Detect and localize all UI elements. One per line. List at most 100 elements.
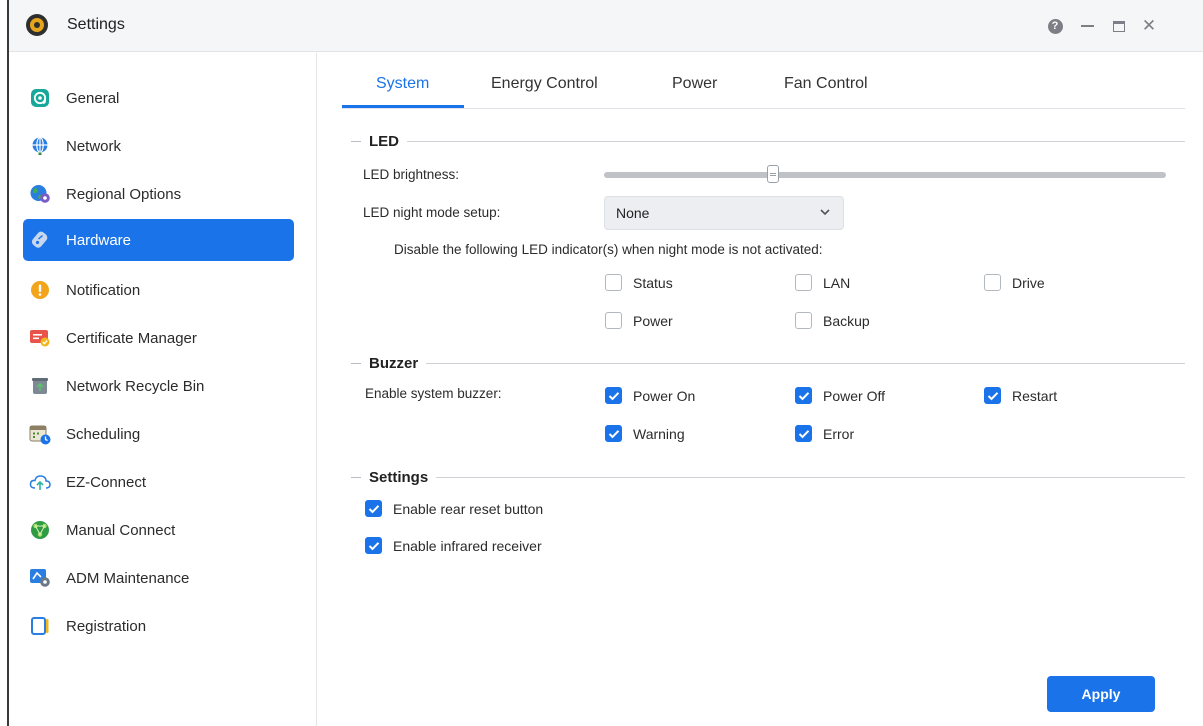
led-disable-description: Disable the following LED indicator(s) w…: [394, 242, 823, 257]
sidebar-item-manual-connect[interactable]: Manual Connect: [23, 509, 294, 551]
checkbox-enable-infrared[interactable]: Enable infrared receiver: [365, 537, 542, 554]
checkbox-label: Power Off: [823, 387, 885, 404]
calendar-clock-icon: [29, 423, 51, 445]
led-night-mode-dropdown[interactable]: None: [604, 196, 844, 230]
checkbox-label: Backup: [823, 312, 870, 329]
sidebar-item-network[interactable]: Network: [23, 125, 294, 167]
sidebar-item-label: Network Recycle Bin: [66, 377, 205, 395]
checkbox-enable-rear-reset[interactable]: Enable rear reset button: [365, 500, 543, 517]
help-icon[interactable]: ?: [1046, 17, 1064, 35]
settings-app-icon: [26, 14, 48, 36]
sidebar-item-network-recycle-bin[interactable]: Network Recycle Bin: [23, 365, 294, 407]
sidebar-item-regional-options[interactable]: Regional Options: [23, 173, 294, 215]
maximize-icon[interactable]: [1109, 17, 1129, 35]
active-tab-indicator: [342, 105, 464, 108]
checkbox-buzzer-restart[interactable]: Restart: [984, 387, 1057, 404]
checkbox-box[interactable]: [795, 312, 812, 329]
checkbox-led-backup[interactable]: Backup: [795, 312, 870, 329]
checkbox-box[interactable]: [984, 274, 1001, 291]
window-title: Settings: [67, 16, 125, 33]
maintenance-icon: [29, 567, 51, 589]
checkbox-box[interactable]: [795, 274, 812, 291]
section-header-buzzer: Buzzer: [351, 353, 1185, 373]
minimize-icon[interactable]: [1077, 17, 1097, 35]
checkbox-led-drive[interactable]: Drive: [984, 274, 1045, 291]
sidebar-item-hardware[interactable]: Hardware: [23, 219, 294, 261]
checkbox-box[interactable]: [984, 387, 1001, 404]
tab-system[interactable]: System: [376, 75, 429, 93]
sidebar-item-label: Certificate Manager: [66, 329, 197, 347]
content-panel: System Energy Control Power Fan Control …: [318, 53, 1203, 726]
led-night-mode-label: LED night mode setup:: [363, 205, 501, 220]
checkbox-led-power[interactable]: Power: [605, 312, 673, 329]
sidebar-item-label: Scheduling: [66, 425, 141, 443]
section-title: LED: [369, 132, 399, 150]
tab-energy-control[interactable]: Energy Control: [491, 75, 598, 93]
led-brightness-slider[interactable]: [604, 165, 1166, 183]
globe-icon: [29, 135, 51, 157]
regional-globe-icon: [29, 183, 51, 205]
general-icon: [29, 87, 51, 109]
led-brightness-label: LED brightness:: [363, 167, 460, 182]
section-header-settings: Settings: [351, 467, 1185, 487]
checkbox-label: Drive: [1012, 274, 1045, 291]
checkbox-box[interactable]: [365, 537, 382, 554]
tab-power[interactable]: Power: [672, 75, 717, 93]
buzzer-enable-label: Enable system buzzer:: [365, 386, 502, 401]
checkbox-buzzer-power-off[interactable]: Power Off: [795, 387, 885, 404]
sidebar-item-certificate-manager[interactable]: Certificate Manager: [23, 317, 294, 359]
checkbox-label: Power On: [633, 387, 696, 404]
section-header-led: LED: [351, 131, 1185, 151]
checkbox-buzzer-power-on[interactable]: Power On: [605, 387, 695, 404]
cloud-upload-icon: [29, 471, 51, 493]
checkbox-box[interactable]: [605, 274, 622, 291]
checkbox-label: Status: [633, 274, 673, 291]
sidebar-item-general[interactable]: General: [23, 77, 294, 119]
sidebar-item-label: Manual Connect: [66, 521, 176, 539]
tab-bar: System Energy Control Power Fan Control: [342, 53, 1185, 109]
sidebar-item-label: Network: [66, 137, 122, 155]
hardware-icon: [29, 229, 51, 251]
checkbox-led-status[interactable]: Status: [605, 274, 673, 291]
sidebar-item-scheduling[interactable]: Scheduling: [23, 413, 294, 455]
recycle-bin-icon: [29, 375, 51, 397]
sidebar-item-registration[interactable]: Registration: [23, 605, 294, 647]
checkbox-buzzer-error[interactable]: Error: [795, 425, 854, 442]
checkbox-label: Warning: [633, 425, 685, 442]
manual-connect-icon: [29, 519, 51, 541]
checkbox-label: Power: [633, 312, 673, 329]
dropdown-value: None: [616, 205, 650, 221]
checkbox-label: Restart: [1012, 387, 1058, 404]
checkbox-box[interactable]: [795, 425, 812, 442]
title-bar: Settings ? ✕: [9, 0, 1203, 52]
checkbox-label: LAN: [823, 274, 851, 291]
sidebar-item-ez-connect[interactable]: EZ-Connect: [23, 461, 294, 503]
registration-icon: [29, 615, 51, 637]
close-icon[interactable]: ✕: [1139, 16, 1159, 35]
sidebar-item-label: Regional Options: [66, 185, 182, 203]
sidebar-item-label: Registration: [66, 617, 147, 635]
checkbox-box[interactable]: [795, 387, 812, 404]
sidebar-item-notification[interactable]: Notification: [23, 269, 294, 311]
notification-icon: [29, 279, 51, 301]
checkbox-box[interactable]: [605, 425, 622, 442]
sidebar: General Network Regional Options Hardwar…: [9, 53, 317, 726]
checkbox-label: Error: [823, 425, 855, 442]
chevron-down-icon: [820, 209, 830, 216]
section-title: Settings: [369, 468, 429, 486]
checkbox-box[interactable]: [365, 500, 382, 517]
sidebar-item-label: ADM Maintenance: [66, 569, 190, 587]
checkbox-led-lan[interactable]: LAN: [795, 274, 850, 291]
apply-button[interactable]: Apply: [1047, 676, 1155, 712]
tab-fan-control[interactable]: Fan Control: [784, 75, 868, 93]
sidebar-item-adm-maintenance[interactable]: ADM Maintenance: [23, 557, 294, 599]
checkbox-label: Enable rear reset button: [393, 500, 544, 517]
sidebar-item-label: EZ-Connect: [66, 473, 147, 491]
checkbox-box[interactable]: [605, 312, 622, 329]
checkbox-label: Enable infrared receiver: [393, 537, 542, 554]
slider-thumb[interactable]: [766, 165, 779, 183]
checkbox-box[interactable]: [605, 387, 622, 404]
section-title: Buzzer: [369, 354, 419, 372]
checkbox-buzzer-warning[interactable]: Warning: [605, 425, 685, 442]
sidebar-item-label: Hardware: [66, 231, 132, 249]
